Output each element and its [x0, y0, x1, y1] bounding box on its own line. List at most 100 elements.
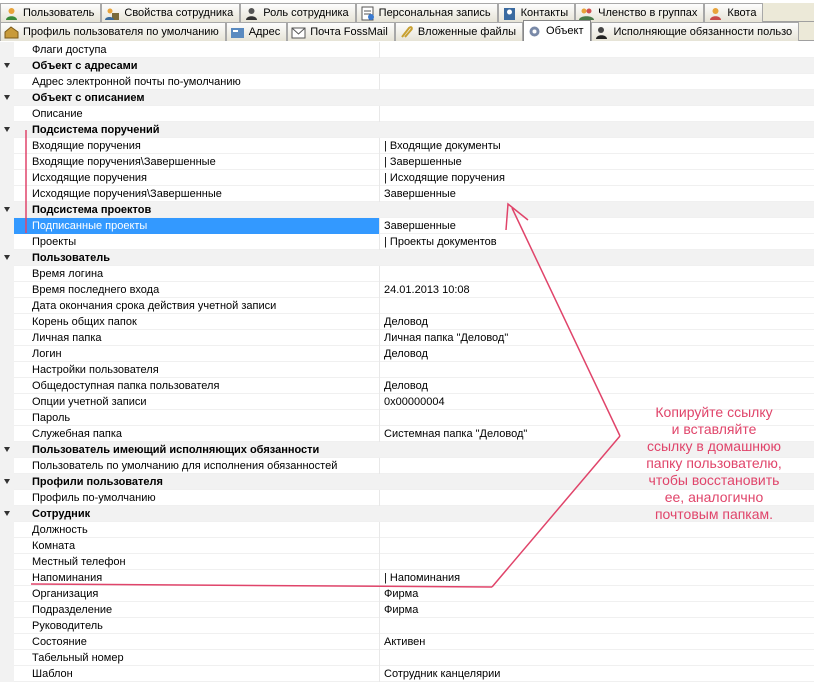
row-margin[interactable] [0, 57, 14, 74]
category-label: Пользователь имеющий исполняющих обязанн… [32, 443, 320, 456]
collapse-triangle-icon[interactable] [4, 479, 10, 484]
property-value[interactable] [380, 74, 814, 90]
tab-label: Исполняющие обязанности пользо [613, 26, 793, 38]
property-row[interactable]: Местный телефон [0, 553, 814, 570]
property-value[interactable]: | Исходящие поручения [380, 170, 814, 186]
property-value[interactable]: Фирма [380, 586, 814, 602]
tab-top-2[interactable]: Роль сотрудника [240, 3, 356, 22]
property-value[interactable] [380, 298, 814, 314]
row-margin [0, 137, 14, 154]
property-name: Руководитель [14, 617, 380, 634]
tab-bottom-2[interactable]: Почта FossMail [287, 22, 395, 41]
property-row[interactable]: Входящие поручения | Входящие документы [0, 137, 814, 154]
tab-top-3[interactable]: Персональная запись [355, 3, 498, 22]
property-value[interactable]: Завершенные [380, 218, 814, 234]
tab-top-0[interactable]: Пользователь [0, 3, 102, 22]
property-row[interactable]: Дата окончания срока действия учетной за… [0, 297, 814, 314]
category-row[interactable]: Подсистема поручений [0, 121, 814, 138]
property-row[interactable]: Руководитель [0, 617, 814, 634]
property-row[interactable]: Время логина [0, 265, 814, 282]
row-margin[interactable] [0, 249, 14, 266]
property-row[interactable]: Входящие поручения\Завершенные | Завершен… [0, 153, 814, 170]
row-margin [0, 649, 14, 666]
property-row[interactable]: Исходящие поручения | Исходящие поручения [0, 169, 814, 186]
collapse-triangle-icon[interactable] [4, 95, 10, 100]
property-row[interactable]: Комната [0, 537, 814, 554]
tab-bottom-0[interactable]: Профиль пользователя по умолчанию [0, 22, 226, 41]
property-value[interactable]: Фирма [380, 602, 814, 618]
property-value[interactable]: Завершенные [380, 186, 814, 202]
property-name: Служебная папка [14, 425, 380, 442]
property-value[interactable] [380, 650, 814, 666]
collapse-triangle-icon[interactable] [4, 447, 10, 452]
property-value[interactable] [380, 522, 814, 538]
property-value[interactable]: | Входящие документы [380, 138, 814, 154]
collapse-triangle-icon[interactable] [4, 207, 10, 212]
property-value[interactable] [380, 106, 814, 122]
property-row[interactable]: Адрес электронной почты по-умолчанию [0, 73, 814, 90]
property-row[interactable]: Шаблон Сотрудник канцелярии [0, 665, 814, 682]
collapse-triangle-icon[interactable] [4, 63, 10, 68]
property-value[interactable]: Личная папка "Деловод" [380, 330, 814, 346]
property-value[interactable]: | Завершенные [380, 154, 814, 170]
property-row[interactable]: Флаги доступа [0, 41, 814, 58]
category-row[interactable]: Пользователь [0, 249, 814, 266]
property-row[interactable]: Подразделение Фирма [0, 601, 814, 618]
property-value[interactable]: Активен [380, 634, 814, 650]
row-margin[interactable] [0, 505, 14, 522]
row-margin[interactable] [0, 473, 14, 490]
property-value[interactable] [380, 362, 814, 378]
row-margin[interactable] [0, 121, 14, 138]
property-row[interactable]: Логин Деловод [0, 345, 814, 362]
tab-top-6[interactable]: Квота [704, 3, 764, 22]
property-row[interactable]: Настройки пользователя [0, 361, 814, 378]
property-row[interactable]: Напоминания | Напоминания [0, 569, 814, 586]
category-row[interactable]: Подсистема проектов [0, 201, 814, 218]
collapse-triangle-icon[interactable] [4, 255, 10, 260]
tab-top-1[interactable]: Свойства сотрудника [101, 3, 241, 22]
property-value[interactable]: Деловод [380, 314, 814, 330]
property-name: Местный телефон [14, 553, 380, 570]
tab-bottom-5[interactable]: Исполняющие обязанности пользо [590, 22, 800, 41]
annotation-line: Копируйте ссылку [655, 404, 773, 420]
property-value[interactable]: | Напоминания [380, 570, 814, 586]
property-value[interactable]: 24.01.2013 10:08 [380, 282, 814, 298]
property-value[interactable] [380, 618, 814, 634]
property-value[interactable] [380, 266, 814, 282]
row-margin[interactable] [0, 441, 14, 458]
property-value[interactable]: | Проекты документов [380, 234, 814, 250]
tab-bottom-3[interactable]: Вложенные файлы [394, 22, 524, 41]
property-value[interactable] [380, 538, 814, 554]
row-margin [0, 457, 14, 474]
property-value[interactable] [380, 554, 814, 570]
property-row[interactable]: Исходящие поручения\Завершенные Завершенн… [0, 185, 814, 202]
property-row[interactable]: Личная папка Личная папка "Деловод" [0, 329, 814, 346]
property-name: Напоминания [14, 569, 380, 586]
row-margin [0, 297, 14, 314]
property-value[interactable]: Деловод [380, 346, 814, 362]
property-row[interactable]: Описание [0, 105, 814, 122]
property-row[interactable]: Табельный номер [0, 649, 814, 666]
property-value[interactable] [380, 42, 814, 58]
property-value[interactable]: Сотрудник канцелярии [380, 666, 814, 682]
property-row[interactable]: Должность [0, 521, 814, 538]
property-value[interactable]: Деловод [380, 378, 814, 394]
property-row[interactable]: Проекты | Проекты документов [0, 233, 814, 250]
property-row[interactable]: Общедоступная папка пользователя Деловод [0, 377, 814, 394]
collapse-triangle-icon[interactable] [4, 511, 10, 516]
property-row[interactable]: Состояние Активен [0, 633, 814, 650]
property-row[interactable]: Подписанные проекты Завершенные [0, 217, 814, 234]
row-margin [0, 521, 14, 538]
category-row[interactable]: Объект с описанием [0, 89, 814, 106]
row-margin[interactable] [0, 201, 14, 218]
collapse-triangle-icon[interactable] [4, 127, 10, 132]
property-row[interactable]: Организация Фирма [0, 585, 814, 602]
row-margin [0, 601, 14, 618]
tab-bottom-1[interactable]: Адрес [225, 22, 288, 41]
property-row[interactable]: Время последнего входа 24.01.2013 10:08 [0, 281, 814, 298]
tab-top-5[interactable]: Членство в группах [575, 3, 705, 22]
tab-bottom-4[interactable]: Объект [523, 20, 591, 41]
property-row[interactable]: Корень общих папок Деловод [0, 313, 814, 330]
row-margin[interactable] [0, 89, 14, 106]
category-row[interactable]: Объект с адресами [0, 57, 814, 74]
